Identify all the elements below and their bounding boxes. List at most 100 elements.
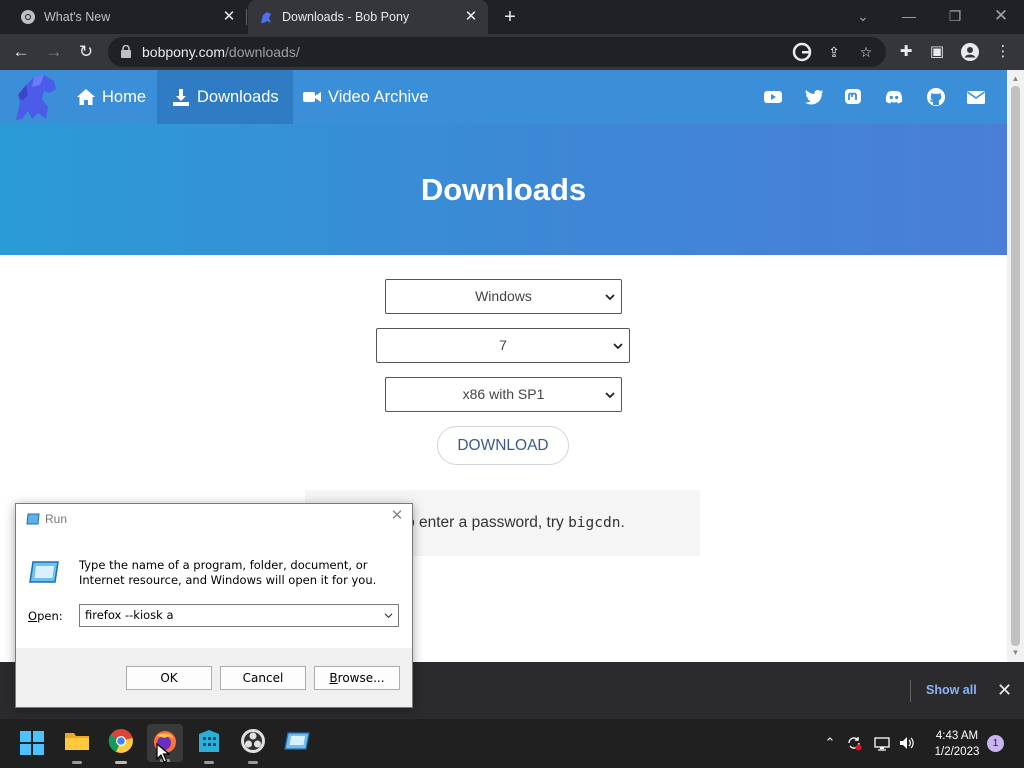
url-text: bobpony.com/downloads/ <box>142 44 300 60</box>
chrome-taskbar-icon[interactable] <box>108 728 134 764</box>
run-dialog-title: Run <box>45 512 68 526</box>
notification-badge[interactable]: 1 <box>987 735 1004 752</box>
lock-icon <box>121 45 131 58</box>
download-shelf-divider <box>910 680 911 702</box>
mouse-cursor-icon <box>156 743 170 763</box>
run-icon <box>26 513 40 525</box>
bookmark-star-icon[interactable]: ☆ <box>856 42 876 62</box>
taskbar-clock[interactable]: 4:43 AM 1/2/2023 <box>928 728 986 760</box>
scroll-down-arrow-icon[interactable]: ▼ <box>1007 646 1024 660</box>
file-explorer-icon[interactable] <box>64 728 90 764</box>
windows-start-icon[interactable] <box>20 731 44 755</box>
close-window-button[interactable]: ✕ <box>978 0 1024 34</box>
version-select-value: 7 <box>499 337 507 353</box>
ok-button[interactable]: OK <box>126 666 212 690</box>
obs-logo-icon <box>241 729 265 753</box>
run-dialog-description: Type the name of a program, folder, docu… <box>79 558 377 587</box>
running-indicator <box>72 761 82 764</box>
nav-home-label: Home <box>102 87 147 106</box>
buildings-icon <box>199 730 219 752</box>
reload-button[interactable]: ↻ <box>73 39 99 65</box>
side-panel-icon[interactable]: ▣ <box>927 42 947 62</box>
run-program-icon <box>29 561 59 583</box>
cancel-button[interactable]: Cancel <box>220 666 306 690</box>
folder-icon <box>65 733 89 750</box>
twitter-icon[interactable] <box>804 87 824 107</box>
run-taskbar-icon[interactable] <box>284 728 310 754</box>
scrollbar-thumb[interactable] <box>1011 86 1020 646</box>
email-icon[interactable] <box>966 87 986 107</box>
edition-select[interactable]: x86 with SP1 <box>385 377 622 412</box>
back-button[interactable]: ← <box>8 39 34 65</box>
youtube-icon[interactable] <box>763 87 783 107</box>
close-tab-icon[interactable]: ✕ <box>462 8 480 26</box>
minimize-button[interactable]: — <box>886 0 932 34</box>
new-tab-button[interactable]: + <box>499 6 521 28</box>
browse-button[interactable]: Browse... <box>314 666 400 690</box>
browse-accesskey: B <box>329 671 338 685</box>
tab-title: What's New <box>44 10 111 24</box>
download-button[interactable]: DOWNLOAD <box>437 426 569 465</box>
open-command-value: firefox --kiosk a <box>85 608 174 622</box>
address-bar[interactable]: bobpony.com/downloads/ ⇪ ☆ <box>108 37 886 67</box>
url-path: /downloads/ <box>225 44 300 60</box>
chevron-down-icon <box>605 294 615 301</box>
obs-app-icon[interactable] <box>240 728 266 764</box>
browser-tab-strip: What's New ✕ Downloads - Bob Pony ✕ + ⌄ … <box>0 0 1024 34</box>
os-select[interactable]: Windows <box>385 279 622 314</box>
run-dialog: Run ✕ Type the name of a program, folder… <box>15 503 413 708</box>
hero-banner: Downloads <box>0 124 1007 255</box>
nav-home[interactable]: Home <box>76 70 146 124</box>
tab-downloads-bob-pony[interactable]: Downloads - Bob Pony ✕ <box>248 0 488 34</box>
share-icon[interactable]: ⇪ <box>824 42 844 62</box>
scroll-up-arrow-icon[interactable]: ▲ <box>1007 72 1024 86</box>
clock-date: 1/2/2023 <box>934 746 980 758</box>
edition-select-value: x86 with SP1 <box>462 386 545 402</box>
close-icon[interactable]: ✕ <box>390 508 404 523</box>
windows-taskbar: ⌃ 4:43 AM 1/2/2023 1 <box>0 719 1024 768</box>
network-icon[interactable] <box>874 735 890 751</box>
run-dialog-titlebar[interactable]: Run ✕ <box>16 504 412 534</box>
tab-whats-new[interactable]: What's New ✕ <box>10 0 246 34</box>
version-select[interactable]: 7 <box>376 328 630 363</box>
forward-button[interactable]: → <box>41 39 67 65</box>
run-dialog-body: Type the name of a program, folder, docu… <box>16 534 412 648</box>
store-app-icon[interactable] <box>196 728 222 764</box>
clock-time: 4:43 AM <box>935 730 979 742</box>
close-tab-icon[interactable]: ✕ <box>220 8 238 26</box>
restore-button[interactable]: ❐ <box>932 0 978 34</box>
show-hidden-icons-chevron-icon[interactable]: ⌃ <box>822 735 838 751</box>
sync-update-icon[interactable] <box>846 735 862 751</box>
nav-downloads-label: Downloads <box>197 87 279 106</box>
chrome-logo-icon <box>108 729 133 753</box>
chevron-down-icon <box>605 392 615 399</box>
chevron-down-icon <box>613 343 623 350</box>
browse-label-rest: rowse... <box>337 671 385 685</box>
github-icon[interactable] <box>926 87 946 107</box>
chrome-icon <box>21 10 35 24</box>
page-scrollbar[interactable]: ▲ ▼ <box>1007 70 1024 662</box>
profile-avatar-icon[interactable] <box>960 42 980 62</box>
open-command-input[interactable]: firefox --kiosk a <box>79 604 399 627</box>
bob-pony-logo[interactable] <box>10 73 60 123</box>
tab-search-chevron-icon[interactable]: ⌄ <box>840 0 886 34</box>
extensions-puzzle-icon[interactable]: ✚ <box>896 42 916 62</box>
open-label-rest: pen: <box>37 609 63 623</box>
open-label: Open: <box>28 609 63 623</box>
google-lens-icon[interactable] <box>792 42 812 62</box>
running-indicator <box>204 761 214 764</box>
menu-kebab-icon[interactable]: ⋮ <box>993 42 1013 62</box>
discord-icon[interactable] <box>884 87 904 107</box>
bob-pony-favicon-icon <box>261 12 271 23</box>
open-label-accesskey: O <box>28 609 38 623</box>
mastodon-icon[interactable] <box>843 87 863 107</box>
browser-toolbar: ← → ↻ bobpony.com/downloads/ ⇪ ☆ ✚ ▣ ⋮ <box>0 34 1024 70</box>
close-download-shelf-icon[interactable]: ✕ <box>997 680 1012 701</box>
show-all-link[interactable]: Show all <box>926 683 977 697</box>
chevron-down-icon[interactable] <box>384 611 393 620</box>
nav-video-archive[interactable]: Video Archive <box>302 70 429 124</box>
run-app-icon <box>284 732 310 750</box>
volume-icon[interactable] <box>899 735 915 751</box>
nav-downloads[interactable]: Downloads <box>157 70 293 124</box>
home-icon <box>77 89 95 105</box>
